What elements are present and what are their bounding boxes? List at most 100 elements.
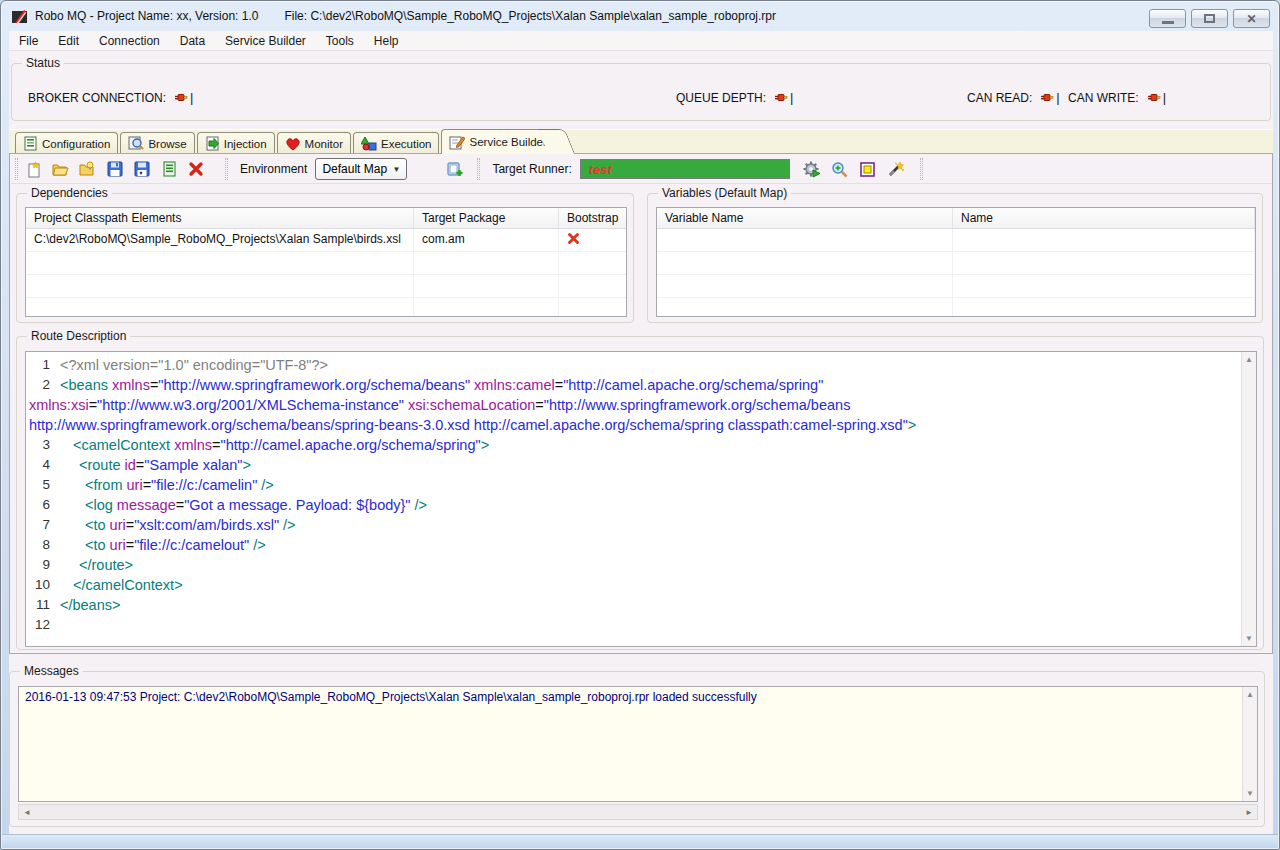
messages-group-label: Messages <box>20 664 83 678</box>
line-number: 1 <box>26 355 50 375</box>
maximize-button[interactable] <box>1191 9 1228 28</box>
menubar: FileEditConnectionDataService BuilderToo… <box>9 31 1273 51</box>
wand-icon <box>887 161 905 177</box>
toolbar-gripper <box>920 158 923 180</box>
open-folder-button[interactable] <box>49 157 73 181</box>
line-number: 2 <box>26 375 50 395</box>
column-header[interactable]: Variable Name <box>657 208 953 228</box>
tab-service-builder[interactable]: Service Builder <box>441 129 550 154</box>
table-header-row: Project Classpath ElementsTarget Package… <box>26 208 626 229</box>
delete-button[interactable] <box>184 157 208 181</box>
route-editor-vscrollbar[interactable]: ▲▼ <box>1241 352 1256 646</box>
tab-monitor[interactable]: Monitor <box>277 132 351 154</box>
app-window: Robo MQ - Project Name: xx, Version: 1.0… <box>0 0 1280 850</box>
variables-group: Variables (Default Map) Variable NameNam… <box>647 193 1263 323</box>
menu-service-builder[interactable]: Service Builder <box>215 34 316 48</box>
tab-label: Configuration <box>42 138 110 150</box>
new-doc-button[interactable] <box>22 157 46 181</box>
menu-data[interactable]: Data <box>170 34 215 48</box>
status-label: CAN WRITE: <box>1068 91 1139 105</box>
browse-icon <box>128 136 144 151</box>
table-empty-row <box>657 298 1255 317</box>
table-cell <box>657 252 953 274</box>
tab-configuration[interactable]: Configuration <box>15 132 118 154</box>
messages-text-area[interactable]: 2016-01-13 09:47:53 Project: C:\dev2\Rob… <box>18 686 1258 802</box>
table-cell <box>953 229 1255 251</box>
target-runner-label: Target Runner: <box>492 162 571 176</box>
table-cell <box>953 252 1255 274</box>
minimize-button[interactable] <box>1149 9 1186 28</box>
table-cell <box>414 275 559 297</box>
dependencies-group-label: Dependencies <box>27 186 112 200</box>
code-text: http://www.springframework.org/schema/be… <box>26 415 916 435</box>
table-row[interactable]: C:\dev2\RoboMQ\Sample_RoboMQ_Projects\Xa… <box>26 229 626 252</box>
tab-label: Monitor <box>305 138 343 150</box>
tab-execution[interactable]: Execution <box>353 132 440 154</box>
zoom-plus-button[interactable] <box>828 157 852 181</box>
dependencies-group: Dependencies Project Classpath ElementsT… <box>16 193 634 323</box>
messages-vscrollbar[interactable]: ▲▼ <box>1242 687 1257 801</box>
table-cell <box>559 275 627 297</box>
table-cell <box>26 252 414 274</box>
menu-tools[interactable]: Tools <box>316 34 364 48</box>
column-header[interactable]: Project Classpath Elements <box>26 208 414 228</box>
environment-value: Default Map <box>322 162 387 176</box>
environment-dropdown[interactable]: Default Map▼ <box>315 158 407 180</box>
code-text: <to uri="xslt:com/am/birds.xsl" /> <box>50 515 296 535</box>
column-header[interactable]: Name <box>953 208 1255 228</box>
folder-lamp-button[interactable] <box>76 157 100 181</box>
status-cursor: | <box>190 90 193 105</box>
code-line: 6<log message="Got a message. Payload: $… <box>26 495 1256 515</box>
table-header-row: Variable NameName <box>657 208 1255 229</box>
code-line: 5<from uri="file://c:/camelin" /> <box>26 475 1256 495</box>
column-header[interactable]: Target Package <box>414 208 559 228</box>
save-button[interactable] <box>103 157 127 181</box>
line-number: 7 <box>26 515 50 535</box>
dependencies-table[interactable]: Project Classpath ElementsTarget Package… <box>25 207 627 317</box>
menu-help[interactable]: Help <box>364 34 409 48</box>
variables-table[interactable]: Variable NameName <box>656 207 1256 317</box>
messages-hscrollbar[interactable]: ◄► <box>18 804 1258 820</box>
status-queue-depth: QUEUE DEPTH:| <box>676 90 793 105</box>
column-header[interactable]: Bootstrap <box>559 208 627 228</box>
report-button[interactable] <box>157 157 181 181</box>
line-number: 8 <box>26 535 50 555</box>
status-can-read: CAN READ:| <box>967 90 1060 105</box>
menu-edit[interactable]: Edit <box>48 34 89 48</box>
titlebar: Robo MQ - Project Name: xx, Version: 1.0… <box>1 1 1279 31</box>
code-text: <log message="Got a message. Payload: ${… <box>50 495 427 515</box>
close-button[interactable]: ✕ <box>1233 9 1270 28</box>
menu-file[interactable]: File <box>9 34 48 48</box>
status-label: CAN READ: <box>967 91 1032 105</box>
code-line: 2<beans xmlns="http://www.springframewor… <box>26 375 1256 395</box>
status-can-write: CAN WRITE:| <box>1068 90 1166 105</box>
code-text <box>50 615 60 635</box>
code-text: xmlns:xsi="http://www.w3.org/2001/XMLSch… <box>26 395 850 415</box>
add-map-button[interactable] <box>443 157 467 181</box>
color-box-button[interactable] <box>856 157 880 181</box>
delete-x-icon[interactable] <box>567 232 580 245</box>
zoom-plus-icon <box>831 161 848 178</box>
tab-injection[interactable]: Injection <box>197 132 275 154</box>
status-cursor: | <box>790 90 793 105</box>
configuration-icon <box>23 136 38 151</box>
report-icon <box>162 161 177 177</box>
target-runner-field[interactable]: test <box>580 159 790 179</box>
run-gear-icon <box>803 161 821 178</box>
toolbar-gripper <box>15 158 18 180</box>
code-line: 8<to uri="file://c:/camelout" /> <box>26 535 1256 555</box>
route-group-label: Route Description <box>27 329 130 343</box>
wand-button[interactable] <box>884 157 908 181</box>
menu-connection[interactable]: Connection <box>89 34 170 48</box>
status-group-label: Status <box>22 56 64 70</box>
line-number: 12 <box>26 615 50 635</box>
open-folder-icon <box>52 162 70 177</box>
code-line: http://www.springframework.org/schema/be… <box>26 415 1256 435</box>
run-gear-button[interactable] <box>800 157 824 181</box>
code-text: <camelContext xmlns="http://camel.apache… <box>50 435 489 455</box>
tab-browse[interactable]: Browse <box>120 132 194 154</box>
save-as-button[interactable] <box>130 157 154 181</box>
new-doc-icon <box>26 161 43 178</box>
delete-icon <box>188 161 204 177</box>
route-xml-editor[interactable]: 1<?xml version="1.0" encoding="UTF-8"?>2… <box>25 351 1257 647</box>
